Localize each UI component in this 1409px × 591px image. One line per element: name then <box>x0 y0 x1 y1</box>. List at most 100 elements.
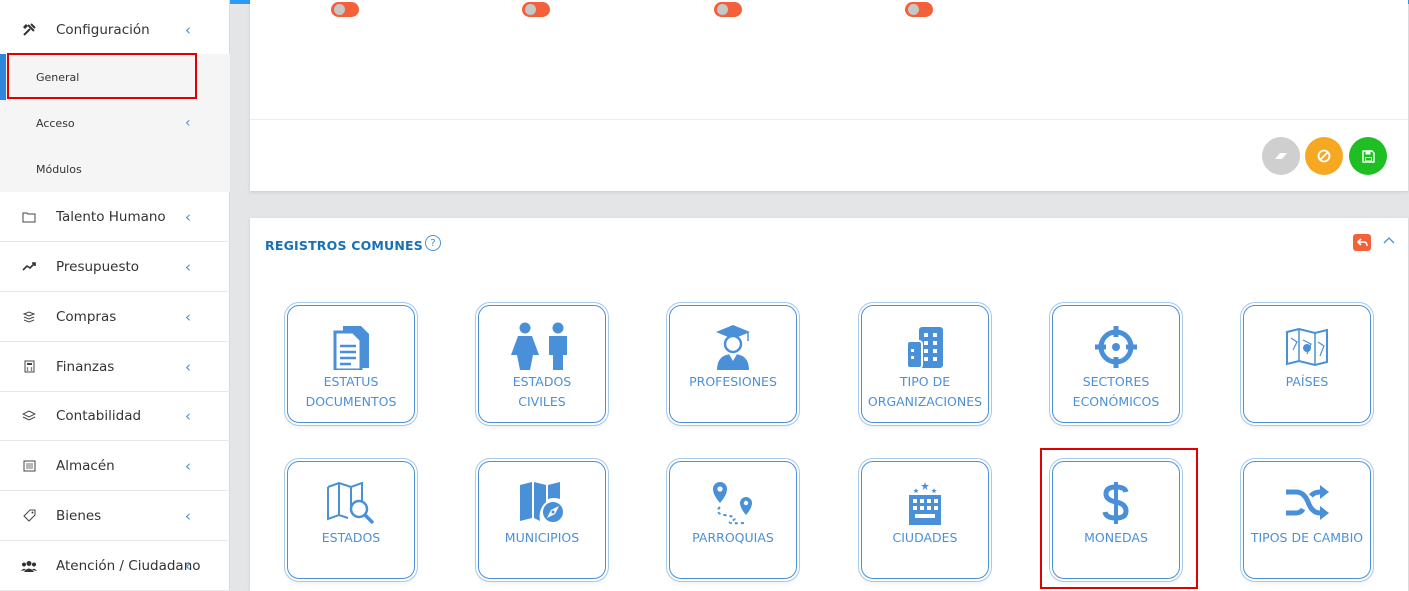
sidebar: Configuración ‹ General Acceso ‹ Módulos… <box>0 0 230 591</box>
sidebar-item-atencion-ciudadano[interactable]: Atención / Ciudadano ‹ <box>0 541 230 591</box>
chevron-left-icon: ‹ <box>185 20 191 39</box>
tile-estados[interactable]: ESTADOS <box>287 461 415 579</box>
layers-icon <box>21 408 37 424</box>
sidebar-item-talento-humano[interactable]: Talento Humano ‹ <box>0 192 230 242</box>
toggle-switch[interactable] <box>714 2 742 17</box>
sidebar-item-label: Compras <box>56 308 117 325</box>
tile-sectores-economicos[interactable]: SECTORES ECONÓMICOS <box>1052 305 1180 423</box>
tile-label-line: CIUDADES <box>892 530 958 545</box>
sidebar-item-label: Presupuesto <box>56 258 140 275</box>
building-icon <box>862 322 988 372</box>
tile-municipios[interactable]: MUNICIPIOS <box>478 461 606 579</box>
reply-icon <box>1356 238 1368 247</box>
tile-label-line: ECONÓMICOS <box>1072 394 1160 409</box>
chevron-left-icon: ‹ <box>185 257 191 276</box>
sidebar-item-label: Finanzas <box>56 358 115 375</box>
users-icon <box>21 558 37 574</box>
tile-label-line: ORGANIZACIONES <box>867 394 983 409</box>
floppy-disk-icon <box>1361 149 1375 163</box>
submenu-item-modulos[interactable]: Módulos <box>0 146 230 192</box>
sidebar-item-finanzas[interactable]: Finanzas ‹ <box>0 342 230 392</box>
couple-icon <box>479 322 605 372</box>
tools-icon <box>21 22 37 38</box>
tile-label-line: CIVILES <box>518 394 566 409</box>
tile-estados-civiles[interactable]: ESTADOS CIVILES <box>478 305 606 423</box>
map-icon <box>1244 322 1370 372</box>
sidebar-item-bienes[interactable]: Bienes ‹ <box>0 491 230 541</box>
toggle-switch[interactable] <box>905 2 933 17</box>
tile-label: ESTADOS CIVILES <box>481 372 603 412</box>
highlight-box-general <box>7 53 197 99</box>
tile-tipo-de-organizaciones[interactable]: TIPO DE ORGANIZACIONES <box>861 305 989 423</box>
chevron-left-icon: ‹ <box>185 115 191 131</box>
tile-profesiones[interactable]: PROFESIONES <box>669 305 797 423</box>
sidebar-item-label: Talento Humano <box>56 208 166 225</box>
tile-label: TIPOS DE CAMBIO <box>1246 528 1368 548</box>
list-icon <box>21 458 37 474</box>
map-search-icon <box>288 478 414 528</box>
sidebar-item-presupuesto[interactable]: Presupuesto ‹ <box>0 242 230 292</box>
tile-ciudades[interactable]: CIUDADES <box>861 461 989 579</box>
chevron-left-icon: ‹ <box>185 307 191 326</box>
tile-label-line: PAÍSES <box>1285 374 1329 389</box>
tile-label: CIUDADES <box>864 528 986 548</box>
sidebar-item-label: Contabilidad <box>56 407 142 424</box>
tile-label-line: TIPOS DE CAMBIO <box>1250 530 1364 545</box>
trend-icon <box>21 259 37 275</box>
tile-label: MUNICIPIOS <box>481 528 603 548</box>
tile-parroquias[interactable]: PARROQUIAS <box>669 461 797 579</box>
card-title: REGISTROS COMUNES <box>265 238 424 253</box>
tile-label-line: ESTATUS <box>323 374 379 389</box>
calculator-icon <box>21 359 37 375</box>
tile-label-line: PROFESIONES <box>689 374 777 389</box>
back-button[interactable] <box>1353 234 1371 251</box>
chevron-left-icon: ‹ <box>185 207 191 226</box>
tile-label: PROFESIONES <box>672 372 794 392</box>
hotel-icon <box>862 478 988 528</box>
route-pins-icon <box>670 478 796 528</box>
sidebar-item-label: Configuración <box>56 21 150 38</box>
tile-estatus-documentos[interactable]: ESTATUS DOCUMENTOS <box>287 305 415 423</box>
cancel-icon <box>1317 149 1331 163</box>
toggle-switch[interactable] <box>331 2 359 17</box>
registros-comunes-card: REGISTROS COMUNES ? <box>250 218 1408 591</box>
help-icon[interactable]: ? <box>425 235 441 251</box>
graduate-icon <box>670 322 796 372</box>
tile-label-line: ESTADOS <box>512 374 572 389</box>
tile-label-line: PARROQUIAS <box>692 530 774 545</box>
submenu-item-acceso[interactable]: Acceso ‹ <box>0 100 230 146</box>
sidebar-item-configuracion[interactable]: Configuración ‹ <box>0 5 230 54</box>
settings-card <box>250 0 1408 191</box>
sidebar-item-compras[interactable]: Compras ‹ <box>0 292 230 342</box>
chevron-left-icon: ‹ <box>185 556 191 575</box>
tile-label-line: MUNICIPIOS <box>504 530 580 545</box>
clear-button[interactable] <box>1262 137 1300 175</box>
active-indicator <box>0 54 6 100</box>
folder-icon <box>21 209 37 225</box>
toggle-switch[interactable] <box>522 2 550 17</box>
eraser-icon <box>1275 153 1287 159</box>
tile-label: PARROQUIAS <box>672 528 794 548</box>
tile-label-line: TIPO DE <box>899 374 951 389</box>
tile-label: ESTADOS <box>290 528 412 548</box>
tile-label-line: ESTADOS <box>321 530 381 545</box>
tile-label: TIPO DE ORGANIZACIONES <box>864 372 986 412</box>
sidebar-item-almacen[interactable]: Almacén ‹ <box>0 441 230 491</box>
tile-paises[interactable]: PAÍSES <box>1243 305 1371 423</box>
sidebar-item-label: Almacén <box>56 457 115 474</box>
tile-label: SECTORES ECONÓMICOS <box>1055 372 1177 412</box>
sidebar-item-label: Atención / Ciudadano <box>56 557 201 574</box>
submenu-label: Módulos <box>36 162 82 176</box>
highlight-box-monedas <box>1040 448 1198 589</box>
cancel-button[interactable] <box>1305 137 1343 175</box>
tile-label-line: SECTORES <box>1082 374 1150 389</box>
tile-label: PAÍSES <box>1246 372 1368 392</box>
tile-label: ESTATUS DOCUMENTOS <box>290 372 412 412</box>
chevron-left-icon: ‹ <box>185 456 191 475</box>
save-button[interactable] <box>1349 137 1387 175</box>
chevron-left-icon: ‹ <box>185 506 191 525</box>
crosshairs-icon <box>1053 322 1179 372</box>
tile-tipos-de-cambio[interactable]: TIPOS DE CAMBIO <box>1243 461 1371 579</box>
sidebar-item-contabilidad[interactable]: Contabilidad ‹ <box>0 391 230 441</box>
chevron-up-icon[interactable] <box>1383 232 1395 248</box>
